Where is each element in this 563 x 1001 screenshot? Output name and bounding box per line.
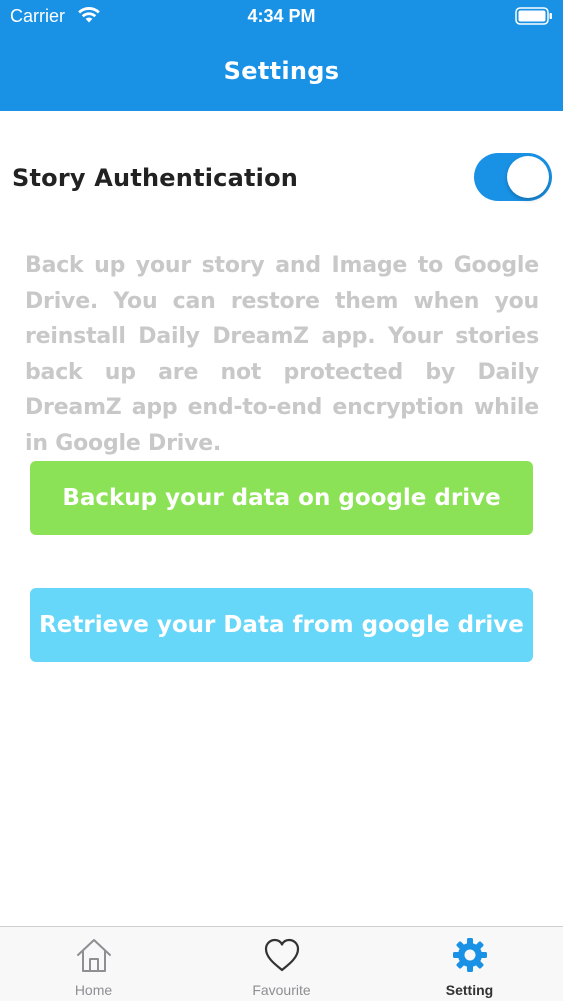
story-authentication-toggle[interactable] (474, 153, 552, 201)
home-icon (76, 939, 111, 972)
toggle-knob (507, 156, 549, 198)
gear-icon (452, 938, 487, 972)
page-title: Settings (223, 57, 340, 85)
status-bar: Carrier 4:34 PM (0, 0, 563, 32)
status-time: 4:34 PM (247, 6, 316, 26)
backup-description: Back up your story and Image to Google D… (25, 253, 539, 456)
retrieve-button[interactable]: Retrieve your Data from google drive (30, 588, 533, 662)
battery-icon (515, 7, 552, 25)
tab-home-label: Home (74, 982, 113, 998)
navigation-header: Carrier 4:34 PM Settings (0, 0, 563, 111)
tab-favourite[interactable]: Favourite (188, 927, 375, 1001)
tab-favourite-label: Favourite (252, 982, 311, 998)
tab-bar: Home Favourite Setting (0, 926, 563, 1001)
tab-setting-label: Setting (445, 982, 494, 998)
heart-icon (264, 938, 299, 972)
backup-button[interactable]: Backup your data on google drive (30, 461, 533, 535)
tab-setting[interactable]: Setting (376, 927, 563, 1001)
tab-home[interactable]: Home (0, 927, 187, 1001)
story-authentication-label: Story Authentication (12, 164, 299, 192)
